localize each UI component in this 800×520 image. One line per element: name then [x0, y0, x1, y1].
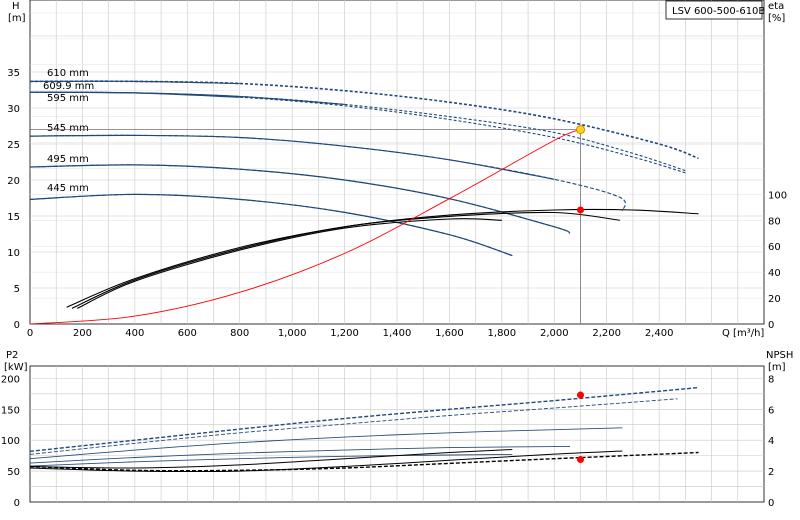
y-right-tick-label: 60 [768, 242, 781, 253]
duty-point-efficiency-marker [577, 206, 584, 214]
pump-performance-chart: 0 200 400 600 800 1,000 1,200 1,400 1,600 1,800 2,… [1, 0, 793, 509]
duty-point-marker [576, 125, 585, 135]
x-tick-label: 2,200 [592, 328, 621, 339]
duty-point-p2-marker [577, 391, 584, 399]
y-left-title: H [12, 1, 20, 12]
y-right-unit: [%] [768, 13, 785, 24]
duty-point-npsh-marker [577, 456, 584, 463]
p2-axis-title: P2 [6, 350, 18, 361]
p2-axis-unit: [kW] [4, 362, 28, 373]
model-label: LSV 600-500-610B [672, 6, 765, 17]
x-tick-label: 200 [73, 328, 92, 339]
x-tick-label: 1,800 [488, 328, 517, 339]
x-tick-label: 400 [125, 328, 144, 339]
npsh-axis-unit: [m] [768, 362, 786, 373]
y-left-unit: [m] [8, 13, 26, 24]
x-tick-label: 800 [230, 328, 249, 339]
head-curve-label: 609.9 mm [43, 81, 94, 92]
npsh-tick-label: 6 [768, 405, 774, 416]
npsh-tick-label: 2 [768, 467, 774, 478]
y-left-tick-label: 35 [7, 68, 20, 79]
npsh-axis-title: NPSH [766, 350, 793, 361]
head-efficiency-panel: 0 200 400 600 800 1,000 1,200 1,400 1,600 1,800 2,… [7, 0, 787, 339]
y-left-tick-label: 20 [7, 176, 20, 187]
y-left-tick-label: 15 [7, 212, 20, 223]
y-right-tick-label: 100 [768, 190, 787, 201]
p2-tick-label: 50 [7, 467, 20, 478]
y-left-tick-label: 10 [7, 248, 20, 259]
y-right-tick-label: 80 [768, 216, 781, 227]
x-tick-label: 1,200 [330, 328, 359, 339]
head-curve-label: 445 mm [47, 183, 89, 194]
head-curve-label: 495 mm [47, 154, 89, 165]
head-curve-label: 595 mm [47, 93, 89, 104]
x-tick-label: 0 [27, 328, 33, 339]
power-npsh-panel: 0 50 100 150 200 P2[kW] 0 2 4 6 8 NPSH[m] [1, 350, 793, 509]
x-tick-label: 1,600 [435, 328, 464, 339]
p2-tick-label: 100 [1, 436, 20, 447]
p2-tick-label: 200 [1, 374, 20, 385]
npsh-tick-label: 4 [768, 436, 774, 447]
head-curve-label: 610 mm [47, 68, 89, 79]
y-right-title: eta [768, 1, 784, 12]
y-left-tick-label: 30 [7, 104, 20, 115]
x-tick-label: 1,400 [383, 328, 412, 339]
x-tick-label: 1,000 [278, 328, 307, 339]
y-left-tick-label: 5 [14, 284, 20, 295]
model-label-box: LSV 600-500-610B [665, 0, 765, 20]
y-right-tick-label: 20 [768, 294, 781, 305]
npsh-tick-label: 0 [768, 498, 774, 509]
y-left-tick-label: 25 [7, 140, 20, 151]
x-tick-label: 600 [178, 328, 197, 339]
head-curve-label: 545 mm [47, 123, 89, 134]
npsh-tick-label: 8 [768, 374, 774, 385]
y-left-tick-label: 0 [14, 320, 20, 331]
x-tick-label: 2,000 [540, 328, 569, 339]
p2-tick-label: 0 [14, 498, 20, 509]
x-tick-label: 2,400 [645, 328, 674, 339]
p2-tick-label: 150 [1, 405, 20, 416]
x-axis-title: Q [m³/h] [722, 328, 764, 339]
y-right-tick-label: 40 [768, 268, 781, 279]
y-right-tick-label: 0 [768, 320, 774, 331]
